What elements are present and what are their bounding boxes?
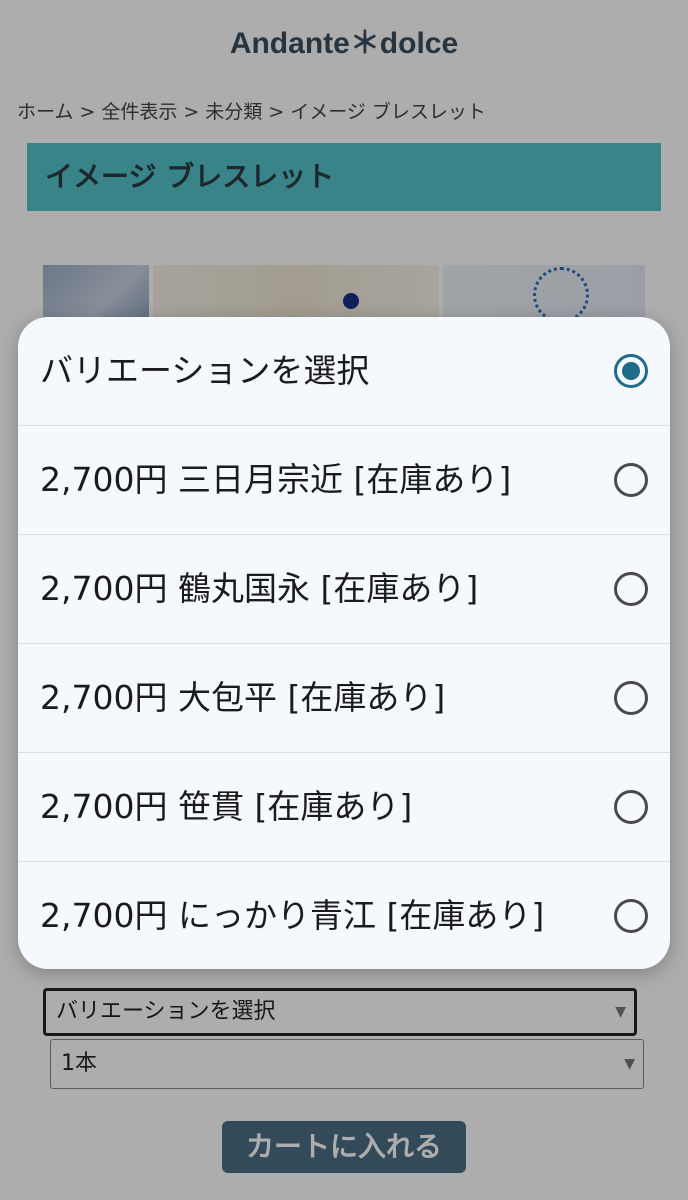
variation-option[interactable]: 2,700円 大包平 [在庫あり] [18, 643, 670, 751]
variation-option[interactable]: 2,700円 にっかり青江 [在庫あり] [18, 861, 670, 969]
variation-option[interactable]: 2,700円 鶴丸国永 [在庫あり] [18, 534, 670, 642]
radio-unselected-icon[interactable] [614, 463, 648, 497]
radio-unselected-icon[interactable] [614, 681, 648, 715]
variation-option-label: 2,700円 笹貫 [在庫あり] [40, 787, 413, 826]
variation-option-label: 2,700円 鶴丸国永 [在庫あり] [40, 569, 479, 608]
variation-option-label: 2,700円 三日月宗近 [在庫あり] [40, 460, 512, 499]
radio-unselected-icon[interactable] [614, 899, 648, 933]
variation-picker-dialog: バリエーションを選択 2,700円 三日月宗近 [在庫あり] 2,700円 鶴丸… [18, 317, 670, 969]
variation-option-label: 2,700円 にっかり青江 [在庫あり] [40, 896, 545, 935]
variation-option[interactable]: 2,700円 笹貫 [在庫あり] [18, 752, 670, 860]
variation-option-label: バリエーションを選択 [40, 351, 370, 390]
radio-selected-icon[interactable] [614, 354, 648, 388]
variation-option-label: 2,700円 大包平 [在庫あり] [40, 678, 446, 717]
radio-unselected-icon[interactable] [614, 790, 648, 824]
radio-unselected-icon[interactable] [614, 572, 648, 606]
variation-option[interactable]: バリエーションを選択 [18, 317, 670, 425]
variation-option[interactable]: 2,700円 三日月宗近 [在庫あり] [18, 425, 670, 533]
